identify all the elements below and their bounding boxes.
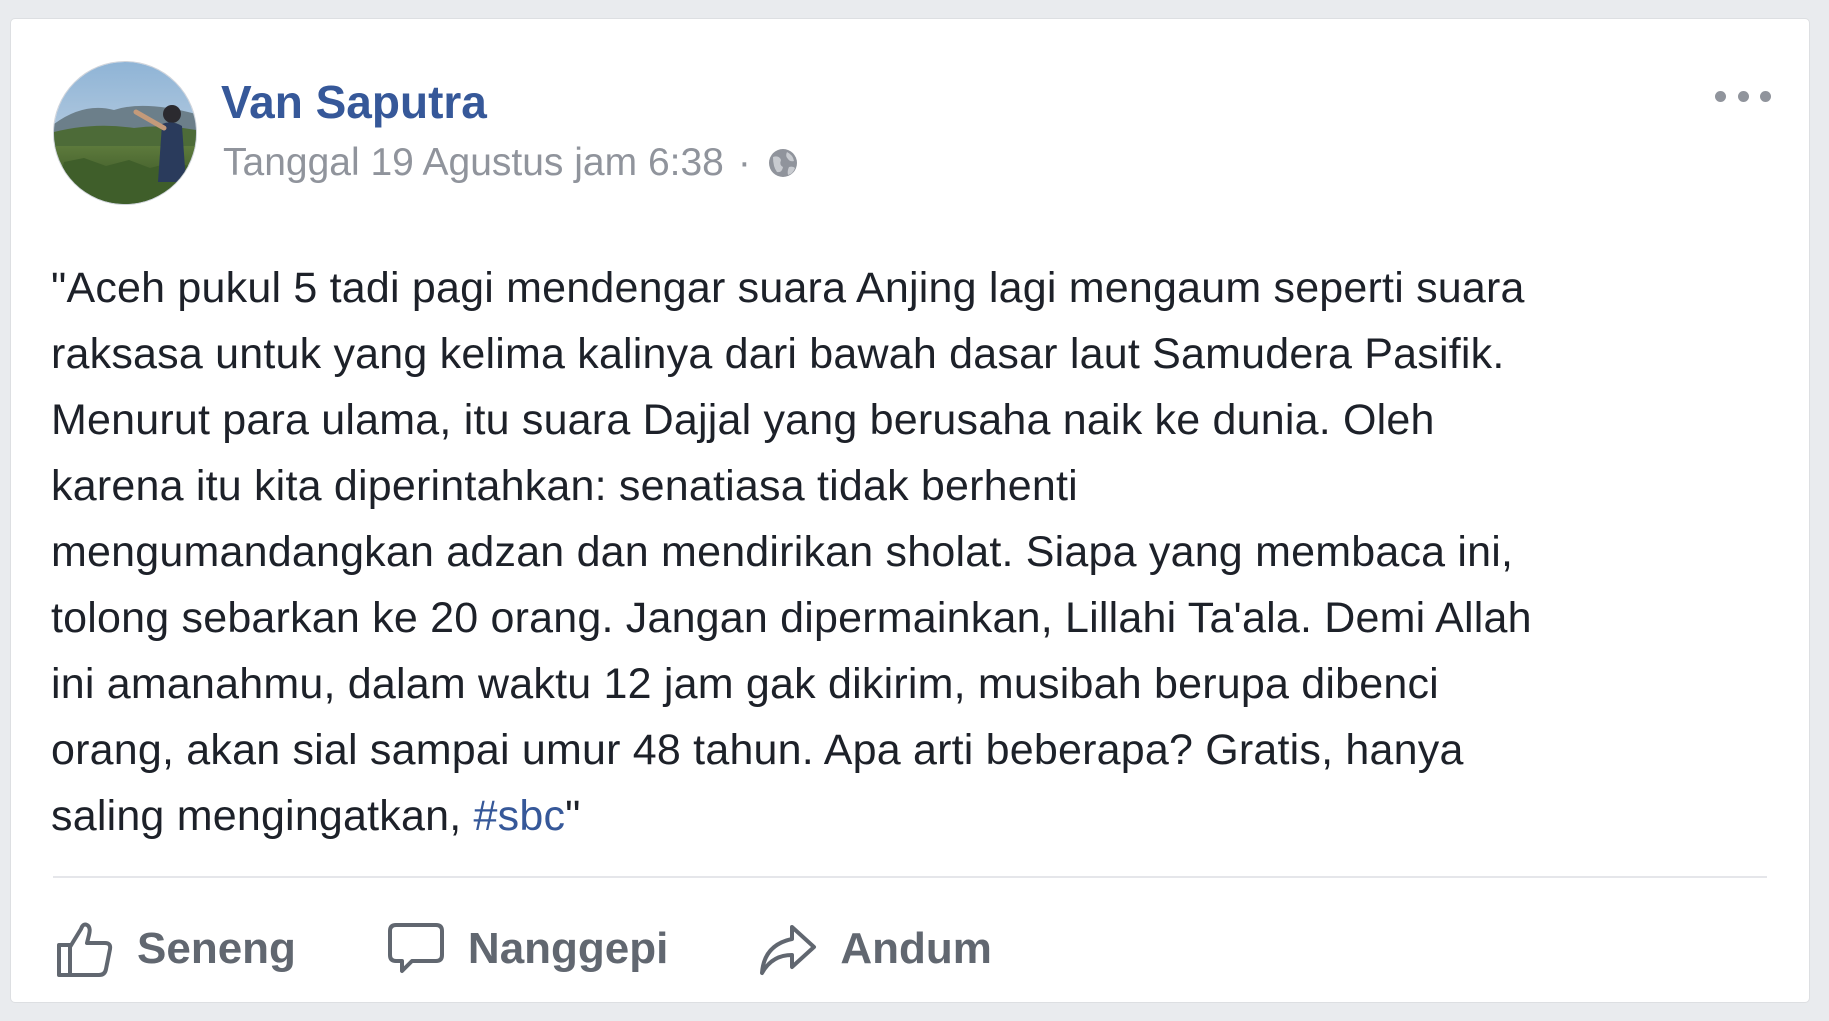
- more-dot: [1737, 90, 1749, 102]
- comment-label: Nanggepi: [467, 924, 669, 973]
- post-text: "Aceh pukul 5 tadi pagi mendengar suara …: [51, 255, 1771, 849]
- globe-icon[interactable]: [763, 143, 803, 183]
- post-line-last: saling mengingatkan, #sbc": [51, 783, 1771, 849]
- more-options-icon[interactable]: [1715, 81, 1771, 111]
- thumbs-up-icon: [57, 922, 113, 977]
- more-dot: [1715, 90, 1726, 102]
- avatar[interactable]: [53, 61, 197, 205]
- hashtag-link[interactable]: #sbc: [474, 792, 566, 840]
- avatar-photo: [54, 62, 196, 204]
- more-dot: [1760, 90, 1771, 102]
- post-line: "Aceh pukul 5 tadi pagi mendengar suara …: [51, 264, 1525, 312]
- post-line: mengumandangkan adzan dan mendirikan sho…: [51, 528, 1514, 576]
- post-line: karena itu kita diperintahkan: senatiasa…: [51, 462, 1078, 510]
- meta-separator: ·: [737, 141, 751, 184]
- like-button[interactable]: Seneng: [53, 917, 296, 981]
- post-meta: Tanggal 19 Agustus jam 6:38 ·: [223, 141, 803, 185]
- share-button[interactable]: Andum: [756, 917, 992, 981]
- post-line: ini amanahmu, dalam waktu 12 jam gak dik…: [51, 660, 1439, 708]
- author-name[interactable]: Van Saputra: [221, 75, 487, 129]
- post-line: orang, akan sial sampai umur 48 tahun. A…: [51, 726, 1464, 774]
- comment-icon: [387, 923, 444, 973]
- post-timestamp[interactable]: Tanggal 19 Agustus jam 6:38: [223, 141, 724, 185]
- share-arrow-icon: [760, 925, 817, 975]
- post-card: Van Saputra Tanggal 19 Agustus jam 6:38 …: [10, 18, 1810, 1003]
- post-line: tolong sebarkan ke 20 orang. Jangan dipe…: [51, 594, 1532, 642]
- like-label: Seneng: [137, 924, 296, 973]
- share-label: Andum: [840, 924, 992, 973]
- action-bar: Seneng Nanggepi Andum: [53, 909, 1080, 989]
- post-line: Menurut para ulama, itu suara Dajjal yan…: [51, 396, 1435, 444]
- comment-button[interactable]: Nanggepi: [384, 917, 668, 981]
- post-line: raksasa untuk yang kelima kalinya dari b…: [51, 330, 1505, 378]
- closing-quote: ": [565, 792, 581, 840]
- post-line-text: saling mengingatkan,: [51, 792, 474, 840]
- divider: [53, 876, 1767, 878]
